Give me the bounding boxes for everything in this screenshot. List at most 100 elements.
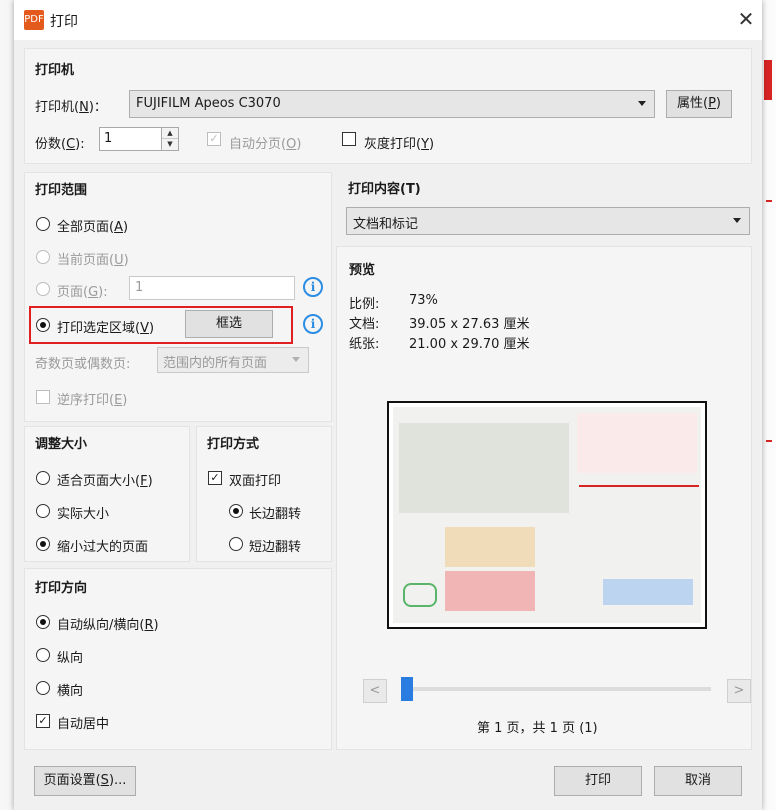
- drawing-green-outline: [403, 583, 437, 607]
- portrait-label: 纵向: [57, 651, 84, 666]
- printer-panel: 打印机 打印机(N)： FUJIFILM Apeos C3070 属性(P) 份…: [24, 48, 752, 164]
- paper-size-value: 21.00 x 29.70 厘米: [409, 337, 530, 352]
- range-selection-radio[interactable]: [36, 318, 50, 332]
- resize-panel: 调整大小 适合页面大小(F) 实际大小 缩小过大的页面: [24, 426, 190, 562]
- document-size-label: 文档:: [349, 317, 380, 332]
- printer-selected-value: FUJIFILM Apeos C3070: [136, 96, 281, 111]
- two-sided-label: 双面打印: [229, 474, 282, 489]
- resize-title: 调整大小: [35, 437, 88, 452]
- range-pages-radio[interactable]: [36, 282, 50, 296]
- pages-input[interactable]: 1: [129, 276, 295, 300]
- print-content-value: 文档和标记: [353, 217, 419, 232]
- preview-title: 预览: [349, 263, 376, 278]
- highlight-block: [445, 527, 535, 567]
- printer-section-title: 打印机: [35, 63, 75, 78]
- page-setup-button[interactable]: 页面设置(S)...: [34, 766, 136, 796]
- reverse-checkbox[interactable]: [36, 390, 50, 404]
- print-button[interactable]: 打印: [554, 766, 642, 796]
- range-selection-label: 打印选定区域(V): [57, 321, 155, 336]
- copies-input[interactable]: 1 ▲ ▼: [99, 127, 179, 151]
- cancel-button[interactable]: 取消: [654, 766, 742, 796]
- page-slider-track[interactable]: [401, 687, 711, 691]
- chevron-down-icon: [733, 218, 741, 223]
- page-status: 第 1 页，共 1 页 (1): [477, 721, 598, 736]
- drawing-red-line: [579, 485, 699, 501]
- duplex-panel: 打印方式 ✓ 双面打印 长边翻转 短边翻转: [196, 426, 332, 562]
- odd-even-label: 奇数页或偶数页:: [35, 357, 131, 372]
- reverse-label: 逆序打印(E): [57, 393, 128, 408]
- background-red-mark: [766, 440, 772, 442]
- document-size-value: 39.05 x 27.63 厘米: [409, 317, 530, 332]
- print-dialog: PDF 打印 ✕ 打印机 打印机(N)： FUJIFILM Apeos C307…: [14, 0, 762, 810]
- fit-page-radio[interactable]: [36, 471, 50, 485]
- range-all-radio[interactable]: [36, 217, 50, 231]
- two-sided-checkbox[interactable]: ✓: [208, 471, 222, 485]
- grayscale-label: 灰度打印(Y): [364, 137, 435, 152]
- auto-center-checkbox[interactable]: ✓: [36, 714, 50, 728]
- printer-label: 打印机(N)：: [35, 100, 107, 115]
- long-edge-radio[interactable]: [229, 504, 243, 518]
- scale-value: 73%: [409, 293, 438, 308]
- actual-size-label: 实际大小: [57, 507, 110, 522]
- portrait-radio[interactable]: [36, 648, 50, 662]
- range-all-label: 全部页面(A): [57, 220, 129, 235]
- duplex-title: 打印方式: [207, 437, 260, 452]
- landscape-radio[interactable]: [36, 681, 50, 695]
- stepper-down-icon[interactable]: ▼: [162, 139, 178, 149]
- close-icon[interactable]: ✕: [734, 6, 758, 32]
- long-edge-label: 长边翻转: [249, 507, 302, 522]
- title-bar: PDF 打印 ✕: [14, 0, 762, 40]
- grayscale-checkbox[interactable]: [342, 132, 356, 146]
- chevron-down-icon: [638, 101, 646, 106]
- background-red-mark: [764, 60, 772, 100]
- highlight-block: [603, 579, 693, 605]
- short-edge-radio[interactable]: [229, 537, 243, 551]
- copies-stepper[interactable]: ▲ ▼: [161, 128, 178, 150]
- scale-label: 比例:: [349, 297, 380, 312]
- pages-value: 1: [135, 280, 144, 295]
- stepper-up-icon[interactable]: ▲: [162, 128, 178, 139]
- range-current-label: 当前页面(U): [57, 253, 129, 268]
- short-edge-label: 短边翻转: [249, 540, 302, 555]
- prev-page-button[interactable]: <: [363, 679, 387, 703]
- pdf-app-icon: PDF: [24, 10, 44, 30]
- highlight-block: [445, 571, 535, 611]
- auto-center-label: 自动居中: [57, 717, 110, 732]
- info-icon[interactable]: i: [303, 314, 323, 334]
- paper-size-label: 纸张:: [349, 337, 380, 352]
- odd-even-select[interactable]: 范围内的所有页面: [157, 347, 309, 373]
- landscape-label: 横向: [57, 684, 84, 699]
- print-content-select[interactable]: 文档和标记: [346, 207, 750, 235]
- content-section-title: 打印内容(T): [348, 182, 421, 197]
- fit-page-label: 适合页面大小(F): [57, 474, 153, 489]
- chevron-down-icon: [292, 357, 300, 362]
- next-page-button[interactable]: >: [727, 679, 751, 703]
- frame-select-button[interactable]: 框选: [185, 310, 273, 338]
- properties-button[interactable]: 属性(P): [666, 90, 732, 118]
- range-pages-label: 页面(G):: [57, 285, 108, 300]
- background-document-right: [760, 0, 776, 810]
- background-red-mark: [766, 200, 772, 202]
- preview-panel: 预览 比例: 73% 文档: 39.05 x 27.63 厘米 纸张: 21.0…: [336, 246, 752, 750]
- info-icon[interactable]: i: [303, 277, 323, 297]
- collate-label: 自动分页(O): [229, 137, 302, 152]
- page-preview-thumbnail: [387, 401, 707, 629]
- odd-even-value: 范围内的所有页面: [163, 356, 268, 371]
- orientation-title: 打印方向: [35, 581, 88, 596]
- print-range-title: 打印范围: [35, 183, 88, 198]
- actual-size-radio[interactable]: [36, 504, 50, 518]
- copies-label: 份数(C):: [35, 137, 85, 152]
- print-range-panel: 打印范围 全部页面(A) 当前页面(U) 页面(G): 1 i 打印选定区域(V…: [24, 172, 332, 422]
- printer-select[interactable]: FUJIFILM Apeos C3070: [129, 90, 655, 118]
- shrink-radio[interactable]: [36, 537, 50, 551]
- shrink-label: 缩小过大的页面: [57, 540, 149, 555]
- page-slider-thumb[interactable]: [401, 677, 413, 701]
- range-current-radio[interactable]: [36, 250, 50, 264]
- copies-value: 1: [104, 131, 113, 146]
- collate-checkbox[interactable]: ✓: [207, 132, 221, 146]
- dialog-title: 打印: [50, 14, 78, 30]
- drawing-block: [399, 423, 569, 513]
- annotation-block: [577, 413, 697, 473]
- auto-orientation-radio[interactable]: [36, 615, 50, 629]
- orientation-panel: 打印方向 自动纵向/横向(R) 纵向 横向 ✓ 自动居中: [24, 568, 332, 750]
